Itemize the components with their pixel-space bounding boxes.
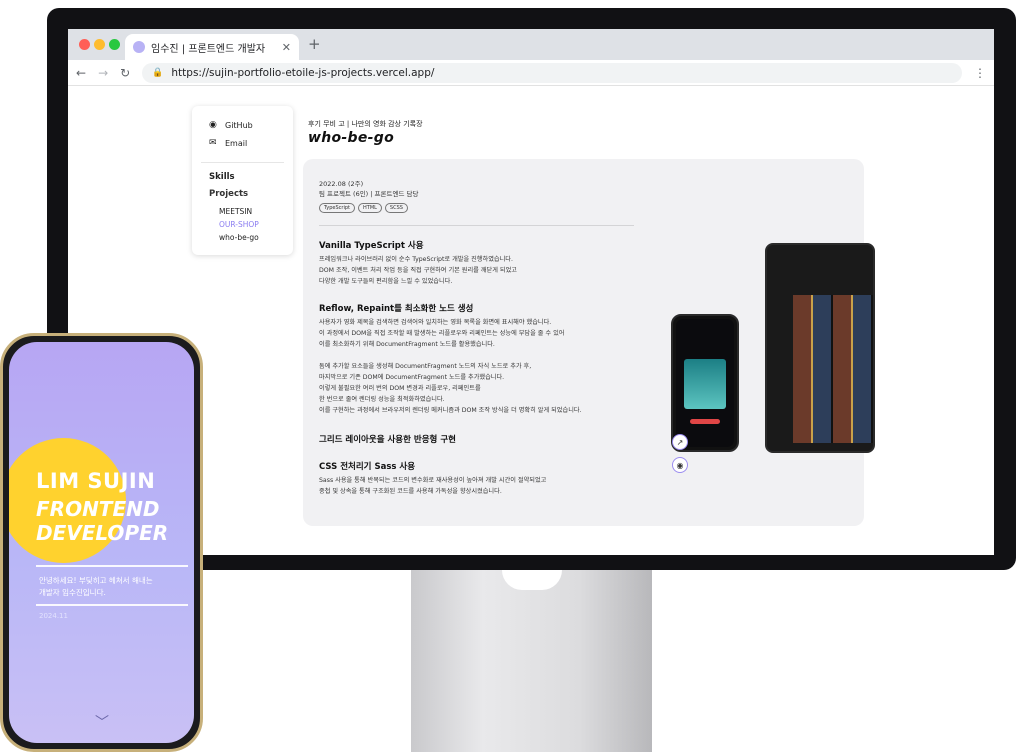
close-window-icon[interactable]: [79, 39, 90, 50]
section-title: 그리드 레이아웃을 사용한 반응형 구현: [319, 435, 456, 445]
intro-divider: [36, 604, 188, 606]
browser-tab[interactable]: 임수진 | 프론트엔드 개발자 ✕: [125, 34, 299, 60]
toolbar: ← → ↻ 🔒 https://sujin-portfolio-etoile-j…: [68, 60, 994, 86]
tech-chip: HTML: [358, 203, 382, 213]
github-link[interactable]: ◉ GitHub: [209, 120, 293, 130]
mobile-preview-screen: [676, 319, 734, 447]
phone-frame: LIM SUJIN FRONTEND DEVELOPER 안녕하세요! 부딪히고…: [0, 333, 203, 752]
poster-image: [684, 359, 726, 409]
minimize-window-icon[interactable]: [94, 39, 105, 50]
phone-screen: LIM SUJIN FRONTEND DEVELOPER 안녕하세요! 부딪히고…: [9, 342, 194, 743]
chevron-down-icon[interactable]: ﹀: [95, 712, 109, 732]
section-body: 사용자가 영화 제목을 검색하면 검색어와 일치하는 영화 목록을 화면에 표시…: [319, 317, 582, 416]
tab-strip: 임수진 | 프론트엔드 개발자 ✕ +: [68, 29, 994, 60]
body-line: 프레임워크나 라이브러리 없이 순수 TypeScript로 개발을 진행하였습…: [319, 256, 513, 263]
intro-line: 개발자 임수진입니다.: [39, 588, 106, 597]
body-line: 마지막으로 기존 DOM에 DocumentFragment 노드를 추가했습니…: [319, 374, 505, 381]
body-line: 다양한 개발 도구들의 편리함을 느낄 수 있었습니다.: [319, 278, 453, 285]
body-line: 사용자가 영화 제목을 검색하면 검색어와 일치하는 영화 목록을 화면에 표시…: [319, 319, 552, 326]
back-icon[interactable]: ←: [76, 66, 86, 80]
menu-icon[interactable]: ⋮: [974, 66, 986, 80]
tech-chips: TypeScript HTML SCSS: [319, 203, 408, 213]
hero-role: FRONTEND DEVELOPER: [36, 497, 168, 545]
body-line: 돔에 추가할 요소들을 생성해 DocumentFragment 노드의 자식 …: [319, 363, 532, 370]
page-content: ◉ GitHub ✉ Email Skills Projects MEETSIN…: [68, 86, 994, 555]
monitor-stand: [411, 570, 652, 752]
lock-icon[interactable]: 🔒: [152, 68, 163, 78]
hero-divider: [36, 565, 188, 567]
body-line: 이렇게 불필요한 여러 번의 DOM 변경과 리플로우, 리페인트를: [319, 385, 481, 392]
reload-icon[interactable]: ↻: [120, 66, 130, 80]
github-icon: ◉: [209, 120, 217, 130]
section-body: 프레임워크나 라이브러리 없이 순수 TypeScript로 개발을 진행하였습…: [319, 254, 517, 287]
mail-icon: ✉: [209, 138, 217, 148]
url-text: https://sujin-portfolio-etoile-js-projec…: [171, 66, 435, 79]
section-title: Vanilla TypeScript 사용: [319, 241, 424, 251]
browser-window: 임수진 | 프론트엔드 개발자 ✕ + ← → ↻ 🔒 https://suji…: [68, 29, 994, 555]
nav-project-meetsin[interactable]: MEETSIN: [219, 207, 252, 216]
project-period: 2022.08 (2주): [319, 180, 364, 188]
body-line: 중첩 및 상속을 통해 구조화된 코드를 사용해 가독성을 향상시켰습니다.: [319, 488, 502, 495]
project-title: who-be-go: [308, 130, 394, 146]
tech-chip: TypeScript: [319, 203, 355, 213]
hero-role-line: DEVELOPER: [36, 521, 169, 545]
preview-button: [690, 419, 720, 424]
intro-line: 안녕하세요! 부딪히고 헤쳐서 해내는: [39, 576, 153, 585]
nav-divider: [201, 162, 284, 163]
tab-title: 임수진 | 프론트엔드 개발자: [151, 43, 266, 55]
nav-projects[interactable]: Projects: [209, 189, 248, 199]
address-bar[interactable]: 🔒 https://sujin-portfolio-etoile-js-proj…: [142, 62, 962, 83]
section-title: Reflow, Repaint를 최소화한 노드 생성: [319, 304, 474, 314]
poster-grid: [793, 295, 873, 443]
project-card: 2022.08 (2주) 팀 프로젝트 (6인) | 프론트엔드 담당 Type…: [303, 159, 875, 526]
external-link-button[interactable]: ↗: [672, 434, 688, 450]
body-line: 한 번으로 줄여 렌더링 성능을 최적화하였습니다.: [319, 396, 445, 403]
section-divider: [319, 225, 634, 226]
github-icon: ◉: [676, 460, 684, 470]
email-link[interactable]: ✉ Email: [209, 138, 293, 148]
new-tab-icon[interactable]: +: [308, 35, 321, 53]
maximize-window-icon[interactable]: [109, 39, 120, 50]
hero-name: LIM SUJIN: [36, 469, 156, 493]
tab-close-icon[interactable]: ✕: [282, 41, 291, 54]
tablet-preview-image: [765, 243, 875, 453]
date-text: 2024.11: [39, 612, 68, 620]
nav-skills[interactable]: Skills: [209, 172, 235, 182]
section-body: Sass 사용을 통해 반복되는 코드의 변수화로 재사용성이 높아져 개발 시…: [319, 475, 546, 497]
project-subtitle: 후기 무비 고 | 나만의 영화 감상 기록장: [308, 120, 423, 128]
body-line: DOM 조작, 이벤트 처리 작업 등을 직접 구현하여 기본 원리를 깨닫게 …: [319, 267, 517, 274]
github-label: GitHub: [225, 120, 253, 130]
github-button[interactable]: ◉: [672, 457, 688, 473]
body-line: 이를 최소화하기 위해 DocumentFragment 노드를 활용했습니다.: [319, 341, 495, 348]
intro-text: 안녕하세요! 부딪히고 헤쳐서 해내는 개발자 임수진입니다.: [39, 575, 153, 599]
email-label: Email: [225, 138, 248, 148]
section-title: CSS 전처리기 Sass 사용: [319, 462, 416, 472]
body-line: 이를 구현하는 과정에서 브라우저의 렌더링 메커니즘과 DOM 조작 방식을 …: [319, 407, 582, 414]
project-meta: 2022.08 (2주) 팀 프로젝트 (6인) | 프론트엔드 담당: [319, 179, 418, 199]
nav-project-who-be-go[interactable]: who-be-go: [219, 233, 259, 242]
body-line: Sass 사용을 통해 반복되는 코드의 변수화로 재사용성이 높아져 개발 시…: [319, 477, 547, 484]
external-link-icon: ↗: [676, 437, 684, 447]
mobile-preview-image: [671, 314, 739, 452]
project-team: 팀 프로젝트 (6인) | 프론트엔드 담당: [319, 190, 419, 198]
body-line: 이 과정에서 DOM을 직접 조작할 때 발생하는 리플로우와 리페인트는 성능…: [319, 330, 565, 337]
portfolio-mockup: 임수진 | 프론트엔드 개발자 ✕ + ← → ↻ 🔒 https://suji…: [0, 0, 1031, 752]
tech-chip: SCSS: [384, 203, 408, 213]
forward-icon[interactable]: →: [98, 66, 108, 80]
nav-project-our-shop[interactable]: OUR-SHOP: [219, 220, 259, 229]
side-nav: ◉ GitHub ✉ Email Skills Projects MEETSIN…: [192, 106, 293, 255]
favicon-icon: [133, 41, 145, 53]
hero-role-line: FRONTEND: [36, 497, 160, 521]
